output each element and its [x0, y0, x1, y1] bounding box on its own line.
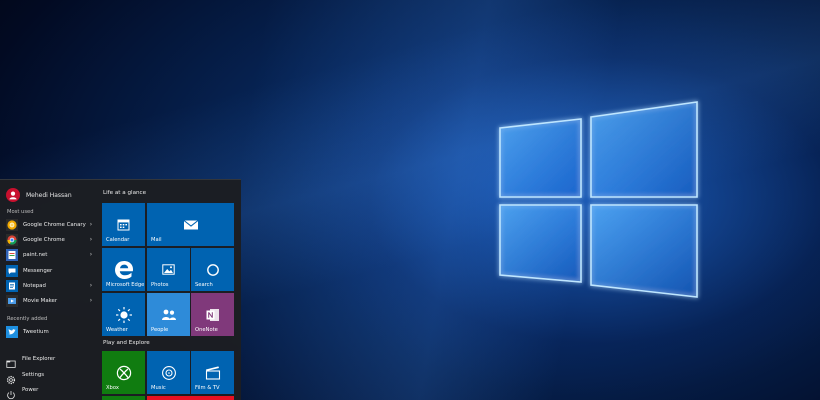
sys-label: File Explorer: [22, 356, 56, 362]
power-icon: [6, 385, 16, 400]
file-explorer-icon: [6, 354, 16, 368]
chrome-icon: [6, 233, 18, 246]
chevron-right-icon[interactable]: ›: [88, 251, 94, 258]
tile-onenote[interactable]: OneNote: [191, 293, 234, 336]
tile-label: OneNote: [195, 327, 218, 333]
start-menu-app-list: Mehedi Hassan Most used Google Chrome Ca…: [0, 180, 98, 400]
app-google-chrome-canary[interactable]: Google Chrome Canary ›: [6, 218, 94, 231]
file-explorer-button[interactable]: File Explorer: [6, 353, 56, 368]
tile-label: Film & TV: [195, 385, 220, 391]
messenger-icon: [6, 264, 18, 277]
tile-group-label-play-and-explore: Play and Explore: [103, 340, 150, 346]
chevron-right-icon[interactable]: ›: [88, 297, 94, 304]
tile-label: Mail: [151, 237, 162, 243]
tweetium-icon: [6, 325, 18, 338]
sys-label: Power: [22, 387, 39, 393]
app-tweetium[interactable]: Tweetium: [6, 325, 94, 338]
tile-label: Xbox: [106, 385, 119, 391]
app-label: Google Chrome Canary: [23, 221, 86, 228]
app-label: Messenger: [23, 267, 53, 274]
user-account-button[interactable]: Mehedi Hassan: [6, 187, 72, 203]
tile-group-label-life-at-a-glance: Life at a glance: [103, 190, 147, 196]
tile-label: Microsoft Edge: [106, 282, 145, 288]
notepad-icon: [6, 279, 18, 292]
tile-label: Search: [195, 282, 213, 288]
tile-microsoft-edge[interactable]: Microsoft Edge: [102, 248, 145, 291]
app-google-chrome[interactable]: Google Chrome ›: [6, 233, 94, 246]
movie-maker-icon: [6, 294, 18, 307]
user-avatar-icon: [9, 191, 17, 200]
tile-label: Photos: [151, 282, 169, 288]
tile-label: Weather: [106, 327, 128, 333]
chevron-right-icon[interactable]: ›: [88, 282, 94, 289]
app-notepad[interactable]: Notepad ›: [6, 279, 94, 292]
power-button[interactable]: Power: [6, 384, 39, 400]
tile-xbox[interactable]: Xbox: [102, 351, 145, 394]
tile-calendar[interactable]: Calendar: [102, 203, 145, 246]
chevron-right-icon[interactable]: ›: [88, 236, 94, 243]
tile-label: Music: [151, 385, 166, 391]
app-label: paint.net: [23, 251, 48, 258]
tile-label: Calendar: [106, 237, 130, 243]
app-label: Tweetium: [23, 328, 49, 335]
user-name: Mehedi Hassan: [26, 191, 72, 199]
app-label: Notepad: [23, 282, 46, 289]
tile-people[interactable]: People: [147, 293, 190, 336]
chrome-canary-icon: [6, 218, 18, 231]
tile-mail[interactable]: Mail: [147, 203, 234, 246]
tile-partial-green[interactable]: [102, 396, 145, 400]
tile-music[interactable]: Music: [147, 351, 190, 394]
app-label: Movie Maker: [23, 297, 58, 304]
app-movie-maker[interactable]: Movie Maker ›: [6, 294, 94, 307]
sys-label: Settings: [22, 372, 45, 378]
paintnet-icon: [6, 248, 18, 261]
tile-partial-red[interactable]: [147, 396, 234, 400]
app-messenger[interactable]: Messenger: [6, 264, 94, 277]
tile-film-tv[interactable]: Film & TV: [191, 351, 234, 394]
app-label: Google Chrome: [23, 236, 65, 243]
settings-button[interactable]: Settings: [6, 369, 45, 385]
tile-photos[interactable]: Photos: [147, 248, 190, 291]
avatar: [6, 188, 20, 202]
tile-search[interactable]: Search: [191, 248, 234, 291]
start-menu: Mehedi Hassan Most used Google Chrome Ca…: [0, 179, 241, 400]
recently-added-heading: Recently added: [7, 316, 48, 322]
chevron-right-icon[interactable]: ›: [88, 221, 94, 228]
tile-label: People: [151, 327, 169, 333]
app-paint-net[interactable]: paint.net ›: [6, 248, 94, 261]
tile-weather[interactable]: Weather: [102, 293, 145, 336]
most-used-heading: Most used: [7, 209, 34, 215]
settings-icon: [6, 370, 16, 385]
